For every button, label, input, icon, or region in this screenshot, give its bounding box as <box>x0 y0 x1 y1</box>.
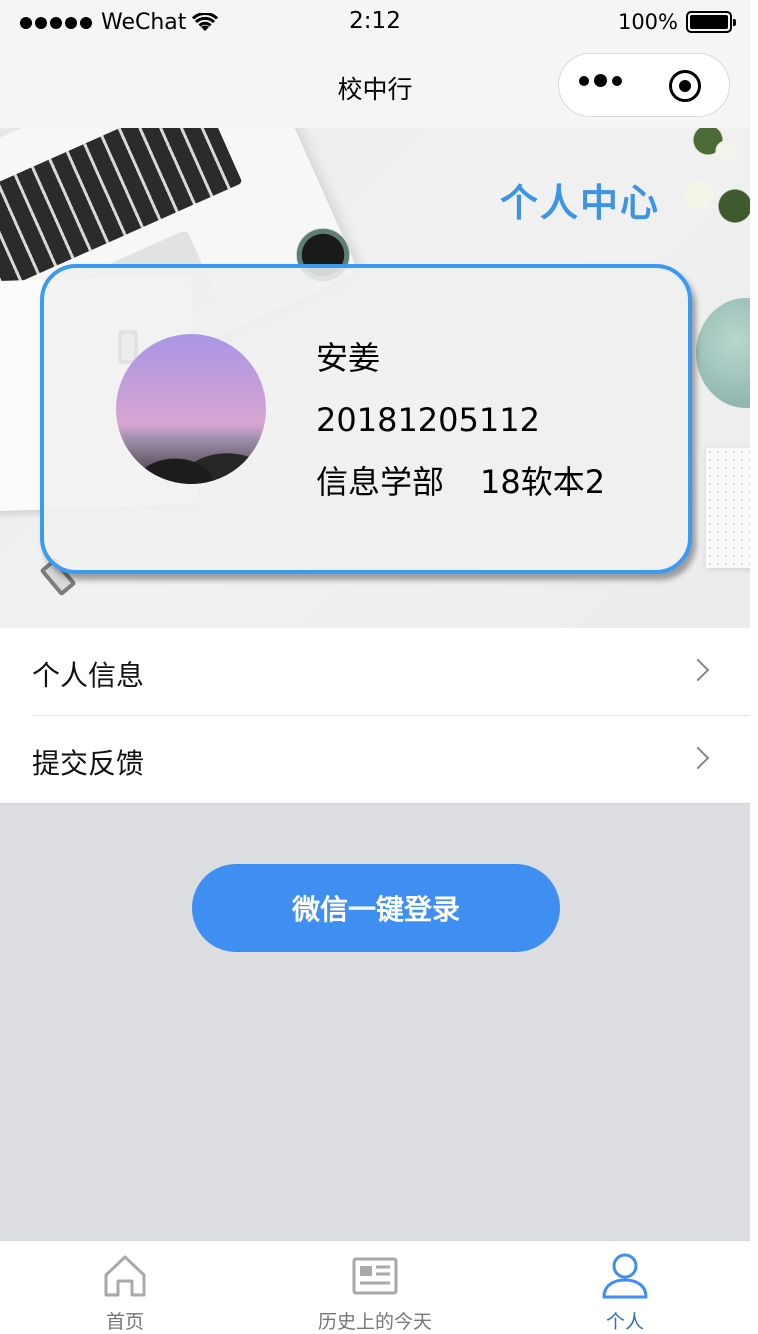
user-name: 安姜 <box>316 339 381 377</box>
menu-item-feedback[interactable]: 提交反馈 <box>0 716 750 804</box>
tab-label: 历史上的今天 <box>317 1311 432 1333</box>
teapot-decoration <box>696 298 750 408</box>
wechat-login-button[interactable]: 微信一键登录 <box>192 864 560 952</box>
user-icon <box>602 1253 648 1299</box>
department-class: 信息学部 18软本2 <box>316 462 605 524</box>
notepad-decoration <box>706 448 750 568</box>
tab-history-today[interactable]: 历史上的今天 <box>250 1241 500 1334</box>
page-edge <box>750 0 758 1334</box>
tab-label: 个人 <box>605 1311 644 1333</box>
profile-info: 安姜 20181205112 信息学部 18软本2 <box>316 338 605 524</box>
tab-profile[interactable]: 个人 <box>500 1241 750 1334</box>
tab-label: 首页 <box>105 1311 144 1333</box>
banner-title: 个人中心 <box>500 181 661 225</box>
menu-item-personal-info[interactable]: 个人信息 <box>0 628 750 716</box>
profile-card: 安姜 20181205112 信息学部 18软本2 <box>40 264 692 574</box>
flowers-decoration <box>672 128 750 228</box>
tab-bar: 首页 历史上的今天 个人 <box>0 1240 750 1334</box>
navigation-bar: 校中行 <box>0 44 750 128</box>
more-options-icon[interactable] <box>579 74 627 87</box>
settings-menu: 个人信息 提交反馈 <box>0 628 750 804</box>
status-bar: WeChat 2:12 100% <box>0 0 750 44</box>
app-screen: WeChat 2:12 100% 校中行 个人中心 安姜 20181205112… <box>0 0 750 1334</box>
battery-icon <box>686 11 736 33</box>
newspaper-icon <box>352 1257 398 1295</box>
close-mini-program-icon[interactable] <box>669 70 701 102</box>
student-id: 20181205112 <box>316 401 540 439</box>
class-name: 18软本2 <box>480 463 606 501</box>
battery-percent: 100% <box>617 10 678 34</box>
menu-item-label: 个人信息 <box>32 659 145 692</box>
avatar[interactable] <box>116 334 266 484</box>
mini-program-capsule <box>558 53 730 117</box>
profile-banner: 个人中心 安姜 20181205112 信息学部 18软本2 <box>0 128 750 628</box>
home-icon <box>104 1255 146 1297</box>
menu-item-label: 提交反馈 <box>32 747 145 780</box>
department: 信息学部 <box>316 463 445 501</box>
tab-home[interactable]: 首页 <box>0 1241 250 1334</box>
battery-status: 100% <box>617 10 736 34</box>
chevron-right-icon <box>686 746 710 770</box>
chevron-right-icon <box>686 658 710 682</box>
